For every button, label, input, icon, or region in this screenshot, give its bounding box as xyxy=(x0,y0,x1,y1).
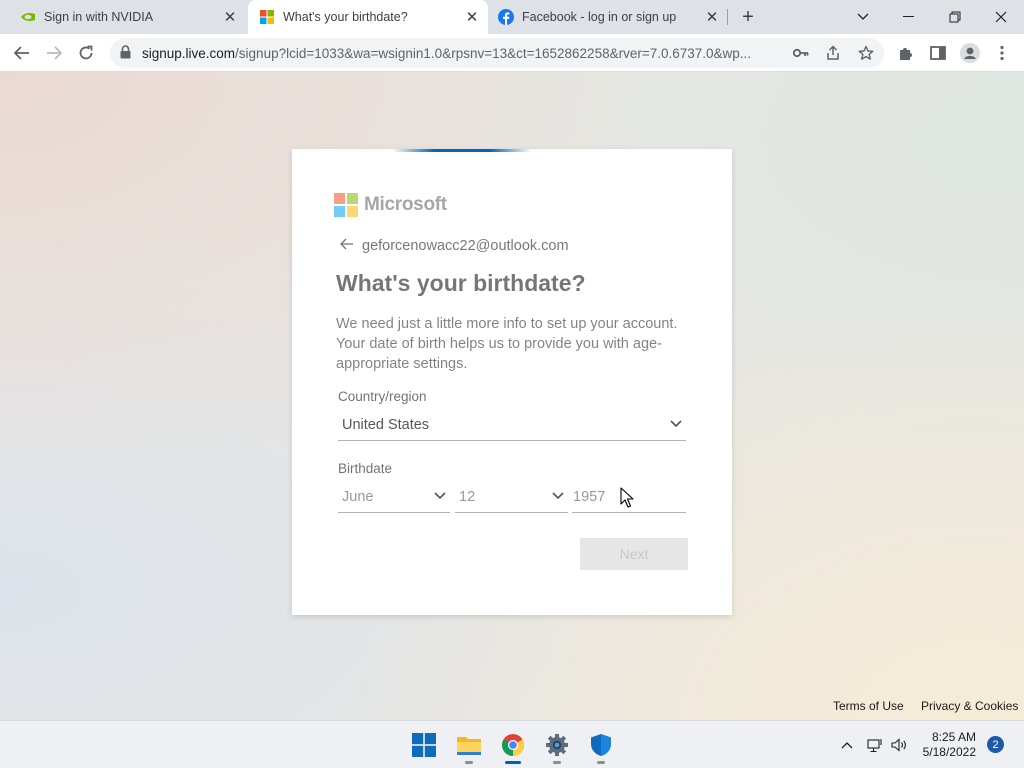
notification-badge[interactable]: 2 xyxy=(987,736,1004,753)
windows-start-icon xyxy=(412,733,436,757)
tab-nvidia[interactable]: Sign in with NVIDIA ✕ xyxy=(0,0,246,34)
running-indicator xyxy=(465,761,473,764)
system-clock[interactable]: 8:25 AM 5/18/2022 xyxy=(923,730,976,760)
country-value: United States xyxy=(342,417,430,433)
next-button[interactable]: Next xyxy=(580,538,688,570)
birthdate-label: Birthdate xyxy=(338,461,393,476)
day-select[interactable]: 12 xyxy=(455,483,568,513)
tab-search-button[interactable] xyxy=(840,0,886,34)
country-label: Country/region xyxy=(338,389,427,404)
back-button[interactable] xyxy=(8,39,36,67)
chevron-down-icon xyxy=(670,420,682,428)
extensions-button[interactable] xyxy=(892,39,920,67)
close-icon[interactable]: ✕ xyxy=(462,7,482,27)
lock-icon[interactable] xyxy=(120,45,131,64)
chrome-icon xyxy=(502,734,524,756)
settings-button[interactable] xyxy=(541,729,573,764)
running-indicator xyxy=(597,761,605,764)
clock-date: 5/18/2022 xyxy=(922,745,976,759)
url-host: signup.live.com xyxy=(142,46,236,61)
profile-button[interactable] xyxy=(956,39,984,67)
address-bar[interactable]: signup.live.com/signup?lcid=1033&wa=wsig… xyxy=(110,38,884,68)
chevron-down-icon xyxy=(857,13,869,20)
identity-banner[interactable]: geforcenowacc22@outlook.com xyxy=(340,237,569,254)
month-value: June xyxy=(342,489,374,505)
taskbar: 8:25 AM 5/18/2022 xyxy=(0,720,1024,768)
reload-button[interactable] xyxy=(72,39,100,67)
close-window-button[interactable] xyxy=(978,0,1024,34)
running-indicator xyxy=(553,761,561,764)
tab-facebook[interactable]: Facebook - log in or sign up ✕ xyxy=(488,0,728,34)
tab-title: What's your birthdate? xyxy=(283,10,408,24)
settings-icon xyxy=(546,734,568,756)
shield-icon xyxy=(591,734,611,756)
arrow-left-icon xyxy=(14,46,29,60)
url-text[interactable]: signup.live.com/signup?lcid=1033&wa=wsig… xyxy=(142,46,782,61)
microsoft-icon xyxy=(259,9,275,25)
volume-icon[interactable] xyxy=(891,736,909,754)
reload-icon xyxy=(79,45,93,60)
page-title: What's your birthdate? xyxy=(336,270,586,296)
account-email: geforcenowacc22@outlook.com xyxy=(362,237,569,254)
chevron-up-icon[interactable] xyxy=(838,736,856,754)
microsoft-logo: Microsoft xyxy=(334,193,447,217)
network-icon[interactable] xyxy=(866,736,884,754)
chevron-down-icon xyxy=(552,492,564,500)
minimize-icon xyxy=(903,16,914,17)
tab-birthdate[interactable]: What's your birthdate? ✕ xyxy=(248,0,488,34)
key-icon[interactable] xyxy=(791,43,811,63)
active-indicator xyxy=(505,761,521,764)
microsoft-icon xyxy=(334,193,358,217)
side-panel-icon xyxy=(930,46,946,60)
nvidia-icon xyxy=(20,9,36,25)
tab-separator xyxy=(727,9,728,25)
description-text: We need just a little more info to set u… xyxy=(336,316,678,372)
mouse-cursor-icon xyxy=(620,487,634,508)
puzzle-icon xyxy=(900,48,912,60)
side-panel-button[interactable] xyxy=(924,39,952,67)
chrome-button[interactable] xyxy=(497,729,529,764)
arrow-left-icon[interactable] xyxy=(340,237,354,254)
url-path: /signup?lcid=1033&wa=wsignin1.0&rpsnv=13… xyxy=(235,46,752,61)
country-select[interactable]: United States xyxy=(338,411,686,441)
chevron-down-icon xyxy=(434,492,446,500)
avatar-icon xyxy=(960,43,980,63)
progress-bar xyxy=(392,149,532,152)
tab-title: Sign in with NVIDIA xyxy=(44,10,154,24)
menu-button[interactable] xyxy=(988,39,1016,67)
close-icon[interactable]: ✕ xyxy=(702,7,722,27)
start-button[interactable] xyxy=(408,729,440,761)
tab-title: Facebook - log in or sign up xyxy=(522,10,677,24)
tab-strip: Sign in with NVIDIA ✕ What's your birthd… xyxy=(0,0,1024,34)
year-value: 1957 xyxy=(573,489,606,505)
clock-time: 8:25 AM xyxy=(931,730,976,744)
signup-card: Microsoft geforcenowacc22@outlook.com Wh… xyxy=(292,149,732,615)
minimize-button[interactable] xyxy=(886,0,932,34)
arrow-right-icon xyxy=(47,46,62,60)
new-tab-button[interactable]: + xyxy=(736,6,760,28)
more-vert-icon xyxy=(1000,45,1004,61)
day-value: 12 xyxy=(459,489,476,505)
browser-toolbar: signup.live.com/signup?lcid=1033&wa=wsig… xyxy=(0,34,1024,72)
facebook-icon xyxy=(498,9,514,25)
folder-icon xyxy=(457,737,481,755)
brand-name: Microsoft xyxy=(364,194,447,215)
bookmark-star-icon[interactable] xyxy=(856,43,876,63)
defender-button[interactable] xyxy=(585,729,617,764)
close-icon[interactable]: ✕ xyxy=(220,7,240,27)
restore-button[interactable] xyxy=(932,0,978,34)
file-explorer-button[interactable] xyxy=(453,729,485,764)
page-background: Microsoft geforcenowacc22@outlook.com Wh… xyxy=(0,72,1024,720)
forward-button[interactable] xyxy=(40,39,68,67)
month-select[interactable]: June xyxy=(338,483,450,513)
privacy-link[interactable]: Privacy & Cookies xyxy=(921,699,1018,713)
close-icon xyxy=(995,11,1007,23)
terms-link[interactable]: Terms of Use xyxy=(833,699,904,713)
share-icon[interactable] xyxy=(823,43,843,63)
restore-icon xyxy=(949,11,961,23)
